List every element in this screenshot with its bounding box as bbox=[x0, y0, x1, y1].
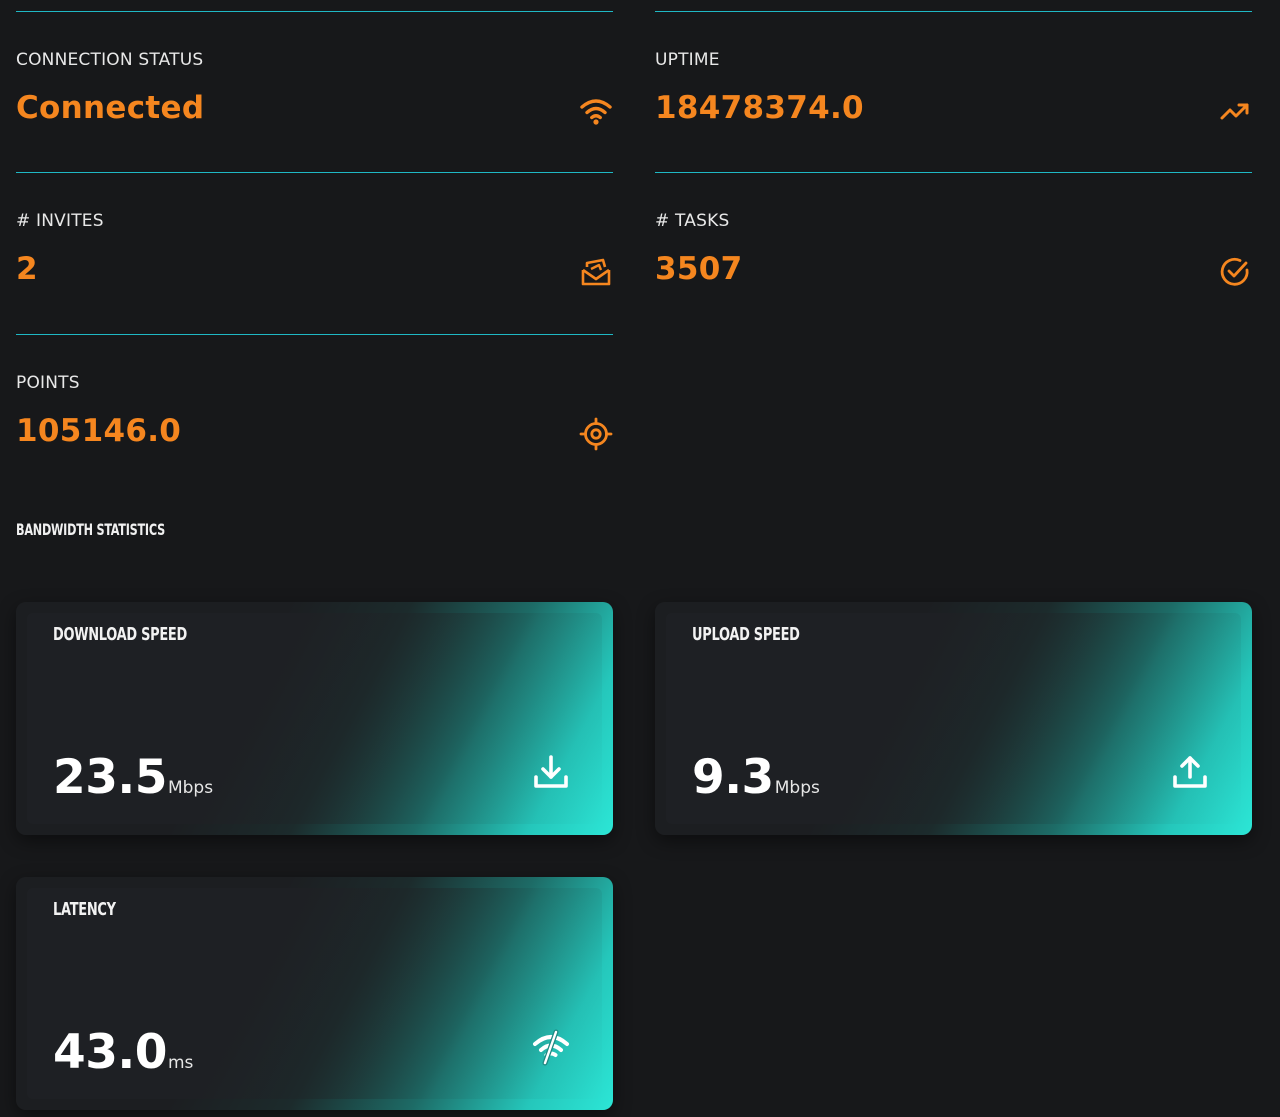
stat-label: UPTIME bbox=[655, 50, 720, 70]
latency-unit: ms bbox=[167, 1053, 194, 1073]
trending-up-icon bbox=[1220, 103, 1249, 120]
stat-label: POINTS bbox=[16, 373, 80, 393]
card-title: LATENCY bbox=[53, 899, 116, 920]
upload-speed-value: 9.3 bbox=[692, 750, 774, 805]
stat-value: 2 bbox=[16, 251, 38, 287]
download-speed-readout: 23.5Mbps bbox=[53, 750, 213, 805]
stat-uptime: UPTIME 18478374.0 bbox=[655, 11, 1252, 173]
stat-value: Connected bbox=[16, 90, 205, 126]
stat-tasks: # TASKS 3507 bbox=[655, 172, 1252, 334]
stat-value: 105146.0 bbox=[16, 413, 182, 449]
stat-value: 3507 bbox=[655, 251, 743, 287]
stat-connection-status: CONNECTION STATUS Connected bbox=[16, 11, 613, 173]
upload-speed-card: UPLOAD SPEED 9.3Mbps bbox=[655, 602, 1252, 835]
stat-invites: # INVITES 2 bbox=[16, 172, 613, 334]
signal-broken-icon bbox=[533, 1029, 569, 1066]
target-icon bbox=[579, 417, 613, 451]
download-speed-card: DOWNLOAD SPEED 23.5Mbps bbox=[16, 602, 613, 835]
upload-icon bbox=[1173, 756, 1207, 788]
dashboard-page: CONNECTION STATUS Connected UPTIME 18478… bbox=[0, 0, 1280, 1117]
latency-readout: 43.0ms bbox=[53, 1025, 193, 1080]
download-icon bbox=[534, 755, 568, 788]
download-speed-unit: Mbps bbox=[167, 778, 214, 798]
invites-stack-icon bbox=[581, 258, 611, 286]
upload-speed-readout: 9.3Mbps bbox=[692, 750, 820, 805]
bandwidth-section-title: BANDWIDTH STATISTICS bbox=[16, 520, 165, 539]
check-circle-icon bbox=[1220, 257, 1249, 286]
card-title: UPLOAD SPEED bbox=[692, 624, 800, 645]
latency-value: 43.0 bbox=[53, 1025, 167, 1080]
stat-label: # TASKS bbox=[655, 211, 730, 231]
latency-card: LATENCY 43.0ms bbox=[16, 877, 613, 1110]
wifi-icon bbox=[580, 99, 612, 125]
stat-points: POINTS 105146.0 bbox=[16, 334, 613, 496]
upload-speed-unit: Mbps bbox=[774, 778, 820, 798]
stat-label: CONNECTION STATUS bbox=[16, 50, 204, 70]
card-title: DOWNLOAD SPEED bbox=[53, 624, 187, 645]
download-speed-value: 23.5 bbox=[53, 750, 167, 805]
stat-value: 18478374.0 bbox=[655, 90, 864, 126]
stat-label: # INVITES bbox=[16, 211, 104, 231]
